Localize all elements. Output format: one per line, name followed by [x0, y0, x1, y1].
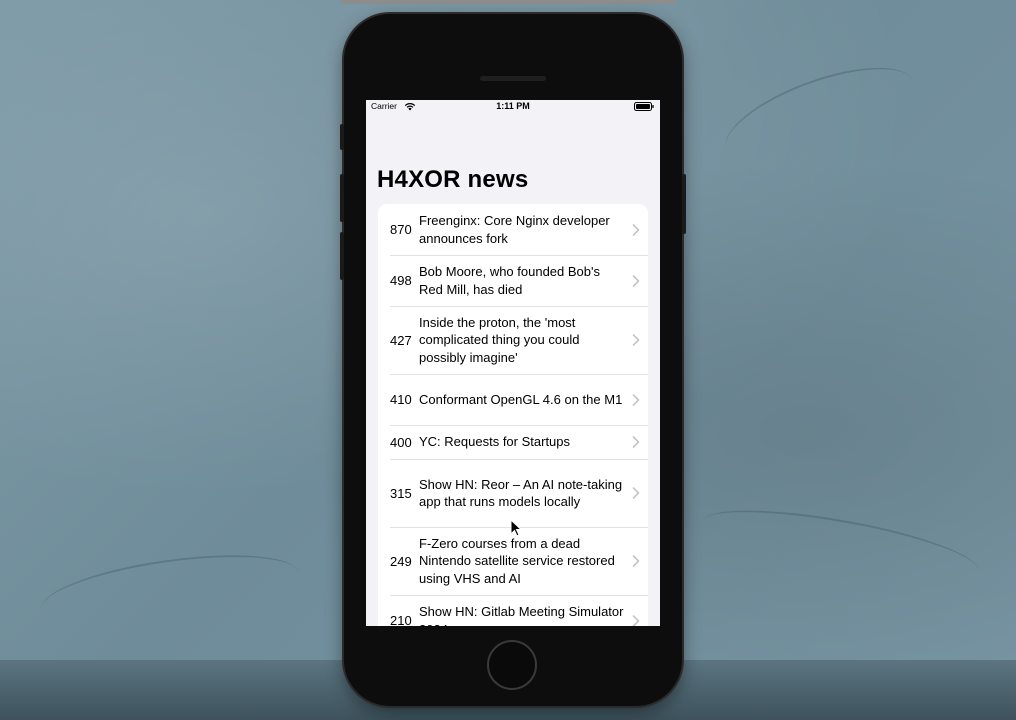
chevron-right-icon	[632, 393, 640, 406]
chevron-right-icon	[632, 487, 640, 499]
story-title: Freenginx: Core Nginx developer announce…	[419, 213, 610, 246]
story-points: 210	[390, 613, 412, 626]
wall-texture	[713, 47, 927, 185]
story-points: 498	[390, 273, 412, 288]
story-title: YC: Requests for Startups	[419, 434, 571, 450]
volume-up-button	[340, 174, 344, 222]
chevron-right-icon	[632, 436, 640, 448]
cursor-icon	[510, 519, 522, 537]
story-points: 249	[390, 553, 412, 569]
story-title: F-Zero courses from a dead Nintendo sate…	[419, 536, 615, 586]
wall-texture	[36, 542, 304, 640]
story-points: 315	[390, 485, 412, 501]
story-row[interactable]: 400 YC: Requests for Startups	[378, 425, 648, 459]
story-row[interactable]: 249 F-Zero courses from a dead Nintendo …	[378, 527, 648, 595]
story-title: Conformant OpenGL 4.6 on the M1	[419, 391, 623, 407]
chevron-right-icon	[632, 274, 640, 287]
home-button[interactable]	[487, 640, 537, 690]
story-points: 400	[390, 434, 412, 450]
status-bar: Carrier 1:11 PM	[366, 100, 660, 114]
volume-down-button	[340, 232, 344, 280]
story-title: Show HN: Gitlab Meeting Simulator 2024	[419, 604, 624, 626]
story-title: Bob Moore, who founded Bob's Red Mill, h…	[419, 264, 600, 297]
chevron-right-icon	[632, 334, 640, 346]
story-row[interactable]: 210 Show HN: Gitlab Meeting Simulator 20…	[378, 595, 648, 626]
chevron-right-icon	[632, 223, 640, 236]
story-row[interactable]: 427 Inside the proton, the 'most complic…	[378, 306, 648, 374]
mute-switch	[340, 124, 344, 150]
chevron-right-icon	[632, 555, 640, 567]
device-stand	[340, 0, 676, 4]
story-row[interactable]: 870 Freenginx: Core Nginx developer anno…	[378, 204, 648, 255]
power-button	[682, 174, 686, 234]
story-title: Show HN: Reor – An AI note-taking app th…	[419, 476, 623, 509]
page-title: H4XOR news	[377, 166, 529, 193]
battery-icon	[634, 102, 654, 111]
wall-texture	[697, 496, 983, 596]
status-time: 1:11 PM	[496, 101, 530, 111]
story-list: 870 Freenginx: Core Nginx developer anno…	[378, 204, 648, 626]
iphone-frame: Carrier 1:11 PM H4XOR news 870 Freenginx…	[340, 14, 686, 706]
desk-background: Carrier 1:11 PM H4XOR news 870 Freenginx…	[0, 0, 1016, 720]
story-row[interactable]: 410 Conformant OpenGL 4.6 on the M1	[378, 374, 648, 425]
story-points: 410	[390, 392, 412, 407]
story-points: 427	[390, 332, 412, 348]
story-row[interactable]: 498 Bob Moore, who founded Bob's Red Mil…	[378, 255, 648, 306]
app-screen: Carrier 1:11 PM H4XOR news 870 Freenginx…	[366, 100, 660, 626]
story-title: Inside the proton, the 'most complicated…	[419, 315, 580, 365]
chevron-right-icon	[632, 614, 640, 626]
story-row[interactable]: 315 Show HN: Reor – An AI note-taking ap…	[378, 459, 648, 527]
story-points: 870	[390, 222, 412, 237]
earpiece-speaker	[480, 76, 546, 81]
